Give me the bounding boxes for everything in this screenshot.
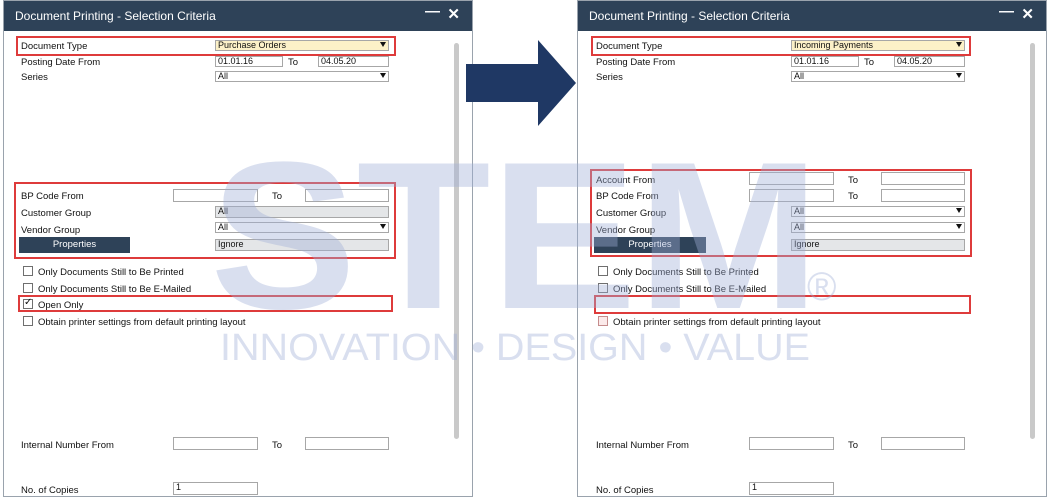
internal-number-label: Internal Number From: [596, 440, 689, 451]
highlight-bp-section: [590, 169, 972, 257]
series-value: All: [218, 71, 229, 81]
series-select[interactable]: All: [791, 71, 965, 82]
series-value: All: [794, 71, 805, 81]
highlight-bp-section: [14, 182, 396, 259]
chevron-down-icon: [956, 73, 962, 78]
posting-date-to-input[interactable]: 04.05.20: [894, 56, 965, 67]
title-bar[interactable]: Document Printing - Selection Criteria —…: [578, 1, 1046, 31]
only-printed-label: Only Documents Still to Be Printed: [613, 267, 759, 278]
posting-date-label: Posting Date From: [596, 57, 676, 68]
internal-number-to-label: To: [848, 440, 859, 451]
internal-number-from-input[interactable]: [173, 437, 258, 450]
only-emailed-label: Only Documents Still to Be E-Mailed: [38, 284, 192, 295]
posting-date-label: Posting Date From: [21, 57, 101, 68]
series-label: Series: [21, 72, 48, 83]
minimize-icon[interactable]: —: [425, 3, 440, 20]
posting-date-to-label: To: [864, 57, 875, 68]
highlight-removed-option: [594, 295, 971, 314]
internal-number-to-label: To: [272, 440, 283, 451]
only-printed-checkbox[interactable]: [23, 266, 33, 276]
right-window: Document Printing - Selection Criteria —…: [577, 0, 1047, 497]
obtain-printer-checkbox[interactable]: [598, 316, 608, 326]
series-label: Series: [596, 72, 623, 83]
obtain-printer-checkbox[interactable]: [23, 316, 33, 326]
only-printed-label: Only Documents Still to Be Printed: [38, 267, 184, 278]
window-title: Document Printing - Selection Criteria: [589, 9, 790, 23]
obtain-printer-label: Obtain printer settings from default pri…: [613, 317, 821, 328]
copies-input[interactable]: 1: [173, 482, 258, 495]
series-select[interactable]: All: [215, 71, 389, 82]
only-printed-checkbox[interactable]: [598, 266, 608, 276]
highlight-document-type: [591, 36, 971, 56]
only-emailed-checkbox[interactable]: [23, 283, 33, 293]
highlight-open-only: [18, 295, 393, 312]
minimize-icon[interactable]: —: [999, 3, 1014, 20]
chevron-down-icon: [380, 73, 386, 78]
only-emailed-checkbox[interactable]: [598, 283, 608, 293]
posting-date-to-label: To: [288, 57, 299, 68]
scrollbar[interactable]: [454, 43, 459, 439]
only-emailed-label: Only Documents Still to Be E-Mailed: [613, 284, 767, 295]
internal-number-to-input[interactable]: [881, 437, 965, 450]
close-icon[interactable]: ✕: [447, 5, 460, 23]
copies-label: No. of Copies: [21, 485, 79, 496]
posting-date-from-input[interactable]: 01.01.16: [791, 56, 859, 67]
scrollbar[interactable]: [1030, 43, 1035, 439]
close-icon[interactable]: ✕: [1021, 5, 1034, 23]
obtain-printer-label: Obtain printer settings from default pri…: [38, 317, 246, 328]
posting-date-from-input[interactable]: 01.01.16: [215, 56, 283, 67]
internal-number-label: Internal Number From: [21, 440, 114, 451]
window-title: Document Printing - Selection Criteria: [15, 9, 216, 23]
posting-date-to-input[interactable]: 04.05.20: [318, 56, 389, 67]
right-arrow-icon: [466, 40, 576, 126]
copies-label: No. of Copies: [596, 485, 654, 496]
left-window: Document Printing - Selection Criteria —…: [3, 0, 473, 497]
internal-number-to-input[interactable]: [305, 437, 389, 450]
title-bar[interactable]: Document Printing - Selection Criteria —…: [4, 1, 472, 31]
highlight-document-type: [16, 36, 396, 56]
copies-input[interactable]: 1: [749, 482, 834, 495]
internal-number-from-input[interactable]: [749, 437, 834, 450]
